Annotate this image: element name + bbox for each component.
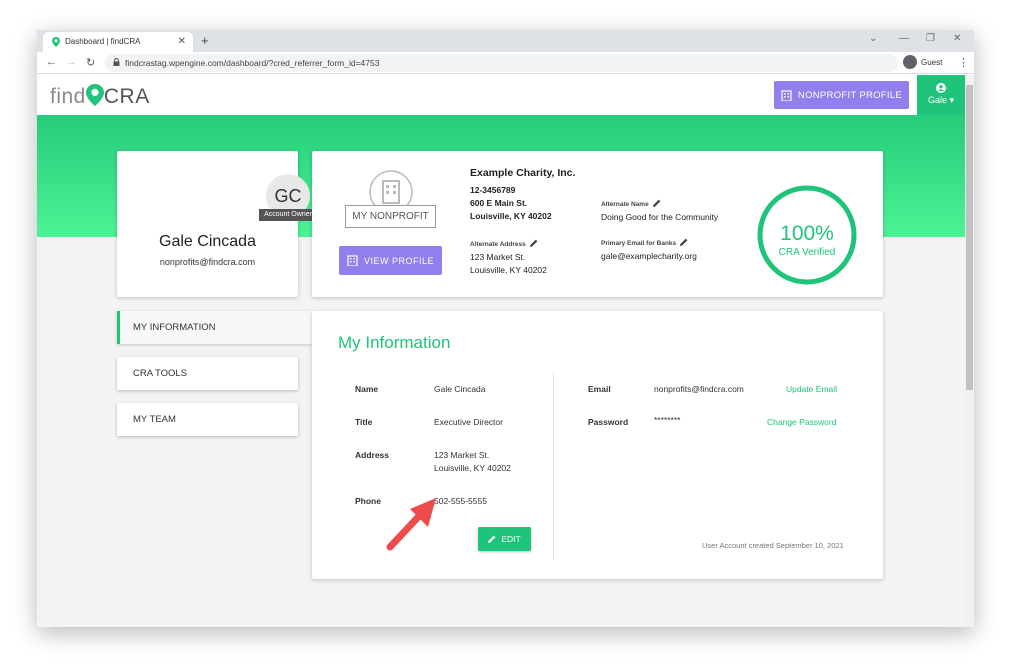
nonprofit-logo-placeholder: MY NONPROFIT (345, 205, 436, 228)
alt-name-label: Alternate Name (601, 199, 661, 208)
sidebar-item-my-information[interactable]: MY INFORMATION (117, 311, 319, 344)
tab-strip: Dashboard | findCRA ✕ + ⌄ — ❐ ✕ (37, 30, 974, 52)
title-label: Title (355, 417, 373, 427)
chevron-down-icon[interactable]: ⌄ (869, 33, 877, 44)
location-pin-icon (85, 84, 104, 106)
verified-label: CRA Verified (779, 247, 836, 258)
password-value: ******** (654, 415, 681, 425)
findcra-favicon-icon (52, 37, 60, 47)
annotation-arrow (386, 498, 436, 551)
edit-label: EDIT (501, 534, 521, 544)
sidebar-item-label: CRA TOOLS (133, 368, 188, 379)
vertical-scrollbar[interactable] (965, 75, 974, 627)
page-viewport: find CRA NONPROFIT PROFILE Gale ▾ GC Acco… (37, 75, 965, 627)
alt-name-value: Doing Good for the Community (601, 212, 719, 222)
close-tab-icon[interactable]: ✕ (178, 36, 186, 47)
reload-icon[interactable]: ↻ (86, 56, 95, 69)
account-created-text: User Account created September 10, 2021 (702, 541, 844, 550)
browser-tab[interactable]: Dashboard | findCRA ✕ (43, 32, 193, 52)
alt-address-line2: Louisville, KY 40202 (470, 265, 547, 275)
restore-icon[interactable]: ❐ (926, 33, 935, 44)
email-label: Email (588, 384, 611, 394)
minimize-icon[interactable]: — (899, 33, 909, 44)
primary-email-value: gale@examplecharity.org (601, 251, 697, 261)
alt-address-line1: 123 Market St. (470, 252, 526, 262)
building-icon (347, 255, 358, 266)
sidebar-item-label: MY TEAM (133, 414, 176, 425)
section-title: My Information (338, 333, 451, 352)
profile-email: nonprofits@findcra.com (159, 257, 256, 267)
view-profile-label: VIEW PROFILE (363, 255, 434, 266)
password-label: Password (588, 417, 629, 427)
user-circle-icon (936, 83, 946, 93)
pencil-icon[interactable] (652, 199, 661, 207)
browser-window: Dashboard | findCRA ✕ + ⌄ — ❐ ✕ ← → ↻ fi… (37, 30, 974, 627)
alt-address-label-text: Alternate Address (470, 241, 526, 248)
org-address-line1: 600 E Main St. (470, 198, 528, 208)
change-password-link[interactable]: Change Password (767, 417, 836, 427)
profile-button[interactable]: Guest (903, 55, 942, 69)
app-header: find CRA NONPROFIT PROFILE Gale ▾ (37, 75, 965, 115)
lock-icon (113, 58, 120, 66)
address-line2: Louisville, KY 40202 (434, 463, 511, 473)
alt-name-label-text: Alternate Name (601, 201, 649, 208)
role-badge: Account Owner (259, 209, 317, 221)
alt-address-label: Alternate Address (470, 239, 538, 248)
new-tab-icon[interactable]: + (201, 33, 209, 48)
back-icon[interactable]: ← (46, 56, 57, 68)
user-menu[interactable]: Gale ▾ (917, 75, 965, 115)
browser-menu-icon[interactable]: ⋮ (958, 56, 969, 69)
column-divider (553, 373, 554, 560)
org-address-line2: Louisville, KY 40202 (470, 211, 552, 221)
url-text: findcrastag.wpengine.com/dashboard/?cred… (125, 58, 380, 68)
browser-toolbar: ← → ↻ findcrastag.wpengine.com/dashboard… (37, 52, 974, 74)
title-value: Executive Director (434, 417, 503, 427)
scrollbar-thumb[interactable] (966, 85, 973, 390)
primary-email-label-text: Primary Email for Banks (601, 240, 677, 247)
forward-icon[interactable]: → (66, 56, 77, 68)
logo-find: find (50, 85, 86, 108)
sidebar-item-cra-tools[interactable]: CRA TOOLS (117, 357, 298, 390)
org-name: Example Charity, Inc. (470, 167, 576, 179)
sidebar-item-label: MY INFORMATION (133, 322, 216, 333)
view-profile-button[interactable]: VIEW PROFILE (339, 246, 442, 275)
address-label: Address (355, 450, 390, 460)
email-value: nonprofits@findcra.com (654, 384, 744, 394)
address-line1: 123 Market St. (434, 450, 490, 460)
close-window-icon[interactable]: ✕ (953, 33, 961, 44)
user-menu-label: Gale (927, 95, 947, 105)
guest-avatar-icon (903, 55, 917, 69)
profile-card: GC Account Owner Gale Cincada nonprofits… (117, 151, 317, 297)
building-icon (781, 89, 792, 101)
pencil-icon (488, 535, 496, 543)
name-value: Gale Cincada (434, 384, 486, 394)
profile-name: Gale Cincada (159, 233, 256, 250)
nonprofit-profile-button[interactable]: NONPROFIT PROFILE (774, 81, 909, 109)
name-label: Name (355, 384, 379, 394)
edit-button[interactable]: EDIT (478, 527, 531, 551)
logo-cra: CRA (103, 85, 150, 108)
tab-title: Dashboard | findCRA (65, 37, 141, 46)
caret-down-icon: ▾ (949, 95, 955, 105)
phone-label: Phone (355, 496, 381, 506)
org-ein: 12-3456789 (470, 185, 516, 195)
findcra-logo[interactable]: find CRA (50, 84, 150, 109)
address-bar[interactable]: findcrastag.wpengine.com/dashboard/?cred… (105, 54, 898, 72)
pencil-icon[interactable] (680, 238, 688, 246)
primary-email-label: Primary Email for Banks (601, 238, 688, 247)
profile-label: Guest (921, 57, 943, 67)
verified-percent: 100% (780, 222, 834, 245)
update-email-link[interactable]: Update Email (786, 384, 837, 394)
sidebar-item-my-team[interactable]: MY TEAM (117, 403, 298, 436)
nonprofit-card: MY NONPROFIT VIEW PROFILE Example Charit… (312, 151, 883, 297)
nonprofit-profile-label: NONPROFIT PROFILE (797, 89, 903, 101)
cra-verified-gauge: 100% CRA Verified (757, 185, 857, 285)
phone-value: 502-555-5555 (434, 496, 487, 506)
pencil-icon[interactable] (529, 239, 538, 247)
